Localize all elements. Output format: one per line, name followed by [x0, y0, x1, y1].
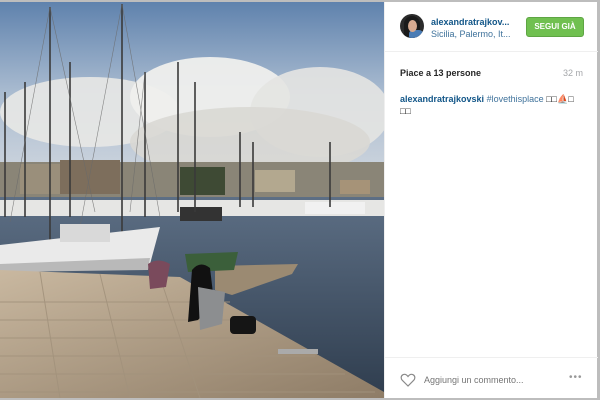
- comment-input[interactable]: [424, 373, 564, 387]
- caption-hashtag[interactable]: #lovethisplace: [487, 94, 544, 104]
- username-link[interactable]: alexandratrajkov...: [431, 17, 509, 27]
- heart-icon[interactable]: [400, 372, 416, 388]
- caption-emoji-line2: □□: [400, 106, 411, 116]
- harbor-image: [0, 2, 384, 398]
- post-footer: •••: [385, 357, 598, 398]
- following-button[interactable]: SEGUI GIÀ: [526, 17, 584, 37]
- post-header: alexandratrajkov... Sicilia, Palermo, It…: [385, 2, 598, 52]
- avatar[interactable]: [400, 14, 424, 38]
- location-link[interactable]: Sicilia, Palermo, It...: [431, 29, 511, 39]
- more-options-icon[interactable]: •••: [569, 372, 583, 383]
- caption-username[interactable]: alexandratrajkovski: [400, 94, 484, 104]
- likes-count[interactable]: Piace a 13 persone: [400, 68, 481, 78]
- post-photo[interactable]: [0, 2, 384, 398]
- post-caption: alexandratrajkovski #lovethisplace □□⛵□ …: [400, 93, 586, 117]
- caption-emoji: □□⛵□: [543, 94, 574, 104]
- post-sidebar: alexandratrajkov... Sicilia, Palermo, It…: [384, 2, 598, 398]
- instagram-post-modal: alexandratrajkov... Sicilia, Palermo, It…: [0, 0, 600, 400]
- post-time: 32 m: [562, 68, 583, 78]
